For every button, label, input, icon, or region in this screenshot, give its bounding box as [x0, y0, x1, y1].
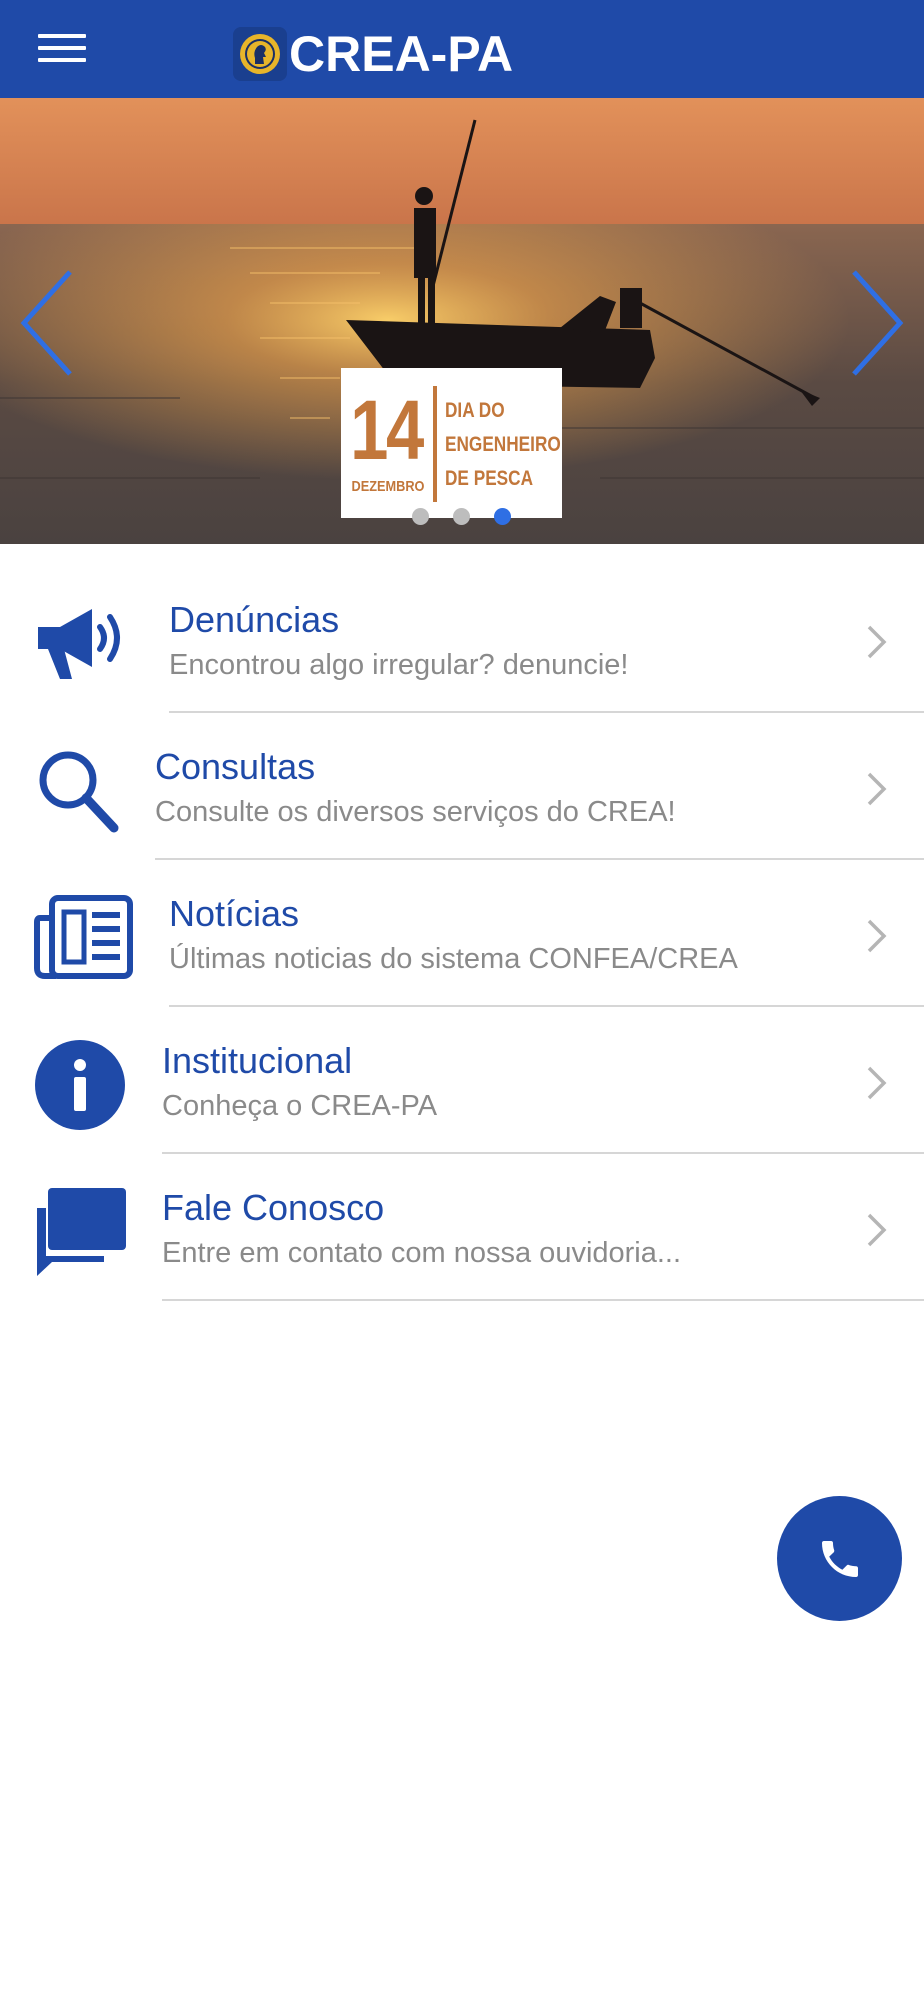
menu-item-institucional[interactable]: Institucional Conheça o CREA-PA [0, 985, 924, 1154]
chevron-left-icon[interactable] [16, 268, 76, 378]
divider [162, 1299, 924, 1301]
menu-item-title: Fale Conosco [162, 1187, 385, 1228]
menu-item-consultas[interactable]: Consultas Consulte os diversos serviços … [0, 691, 924, 860]
phone-icon [821, 1540, 858, 1577]
carousel-dot[interactable] [453, 508, 470, 525]
search-icon [39, 751, 119, 833]
promo-title-line: DIA DO [445, 399, 505, 422]
carousel-dot-active[interactable] [494, 508, 511, 525]
menu-item-title: Consultas [155, 746, 316, 787]
menu-item-title: Notícias [169, 893, 300, 934]
promo-card: 14 DEZEMBRO DIA DO ENGENHEIRO DE PESCA [341, 368, 562, 518]
newspaper-icon [34, 895, 133, 979]
hamburger-menu-icon[interactable] [38, 34, 86, 62]
menu-item-fale-conosco[interactable]: Fale Conosco Entre em contato com nossa … [0, 1132, 924, 1301]
carousel-dot[interactable] [412, 508, 429, 525]
chat-icon [37, 1188, 126, 1276]
app-title: CREA-PA [289, 26, 514, 82]
banner-carousel[interactable]: 14 DEZEMBRO DIA DO ENGENHEIRO DE PESCA [0, 98, 924, 544]
crea-emblem-icon [233, 27, 287, 81]
app-logo: CREA-PA [233, 26, 513, 82]
menu-item-denuncias[interactable]: Denúncias Encontrou algo irregular? denu… [0, 544, 924, 713]
promo-title-line: DE PESCA [445, 467, 534, 490]
promo-title: DIA DO ENGENHEIRO DE PESCA [445, 394, 561, 496]
carousel-indicators [412, 508, 535, 526]
megaphone-icon [38, 609, 120, 679]
menu-item-subtitle: Consulte os diversos serviços do CREA! [155, 796, 676, 828]
chevron-right-icon [867, 625, 887, 659]
menu-item-subtitle: Entre em contato com nossa ouvidoria... [162, 1237, 682, 1269]
info-icon [35, 1040, 125, 1130]
chevron-right-icon [867, 1213, 887, 1247]
call-button[interactable] [777, 1496, 902, 1621]
menu-item-title: Institucional [162, 1040, 353, 1081]
promo-day: 14 [350, 383, 424, 477]
chevron-right-icon [867, 772, 887, 806]
menu-item-subtitle: Últimas noticias do sistema CONFEA/CREA [169, 943, 738, 975]
menu-item-title: Denúncias [169, 599, 340, 640]
app-header: CREA-PA [0, 0, 924, 98]
menu-item-subtitle: Encontrou algo irregular? denuncie! [169, 649, 629, 681]
promo-title-line: ENGENHEIRO [445, 433, 561, 456]
chevron-right-icon [867, 919, 887, 953]
chevron-right-icon [867, 1066, 887, 1100]
chevron-right-icon[interactable] [848, 268, 908, 378]
promo-divider [433, 386, 437, 502]
promo-month: DEZEMBRO [351, 478, 425, 495]
menu-item-noticias[interactable]: Notícias Últimas noticias do sistema CON… [0, 838, 924, 1007]
menu-item-subtitle: Conheça o CREA-PA [162, 1090, 438, 1122]
